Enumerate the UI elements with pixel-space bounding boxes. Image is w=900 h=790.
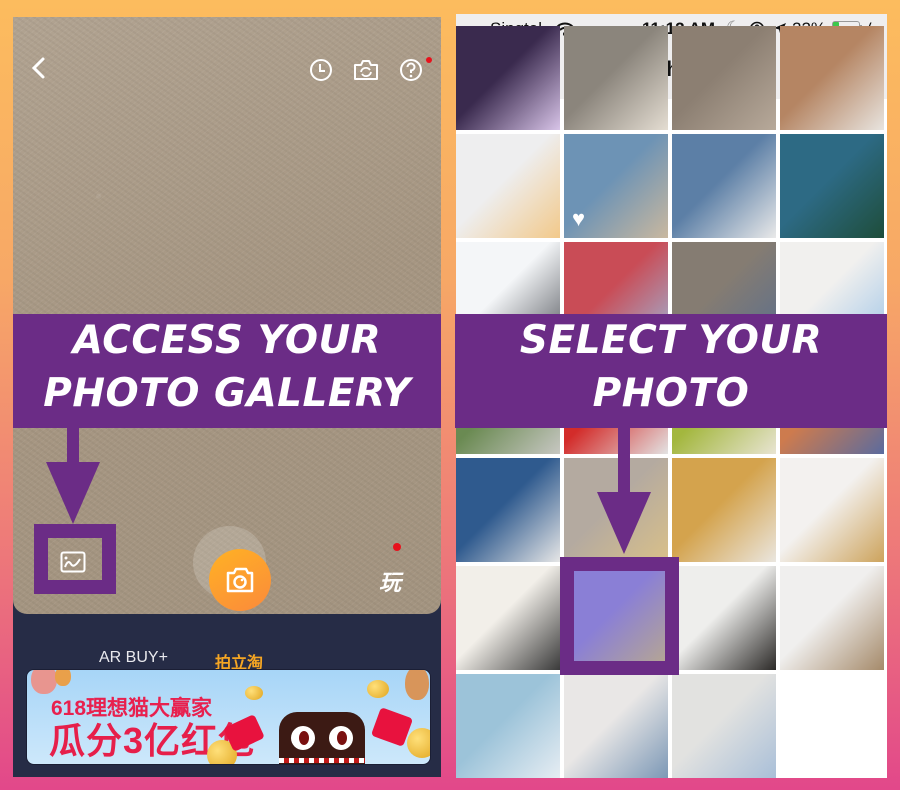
photo-thumbnail[interactable] [564,26,668,130]
photo-thumbnail[interactable] [672,674,776,778]
photo-thumbnail[interactable] [672,458,776,562]
help-question-icon[interactable] [399,58,423,82]
photo-thumbnail[interactable] [456,674,560,778]
photo-thumbnail[interactable] [456,26,560,130]
photo-thumbnail[interactable] [456,566,560,670]
arrow-down-icon [46,462,100,524]
shutter-button[interactable] [209,549,271,611]
balloon-decoration [31,670,57,694]
photo-thumbnail[interactable] [780,566,884,670]
photo-thumbnail[interactable] [780,134,884,238]
photo-thumbnail[interactable] [456,134,560,238]
photo-thumbnail[interactable]: ♥ [564,134,668,238]
coin-decoration [245,686,263,700]
help-notification-dot [426,57,432,63]
history-clock-icon[interactable] [309,58,333,82]
back-chevron-icon[interactable] [29,55,49,81]
photo-thumbnail[interactable] [780,26,884,130]
mode-tab-ar-buy[interactable]: AR BUY+ [99,649,168,667]
photo-thumbnail[interactable] [456,458,560,562]
callout-line-2: PHOTO GALLERY [43,371,411,416]
play-fun-icon[interactable]: 玩 [379,565,401,597]
balloon-decoration [55,670,71,686]
photo-thumbnail[interactable] [564,674,668,778]
mascot-eye [329,726,353,750]
callout-select-photo: SELECT YOUR PHOTO [455,314,887,428]
promo-banner[interactable]: 618理想猫大赢家 瓜分3亿红包 [26,669,431,765]
coin-decoration [407,728,430,758]
arrow-down-icon [597,492,651,554]
play-notification-dot [393,543,401,551]
camera-icon [226,567,254,593]
arrow-stem [618,428,630,498]
photo-thumbnail[interactable] [672,566,776,670]
mascot-collar [279,758,365,763]
mascot-eye [291,726,315,750]
callout-line-1: SELECT YOUR [519,318,823,363]
callout-line-1: ACCESS YOUR [72,318,382,363]
favorite-heart-icon: ♥ [572,206,586,231]
photo-thumbnail[interactable] [672,26,776,130]
highlight-selected-photo [560,557,679,675]
photo-thumbnail[interactable] [672,134,776,238]
highlight-gallery-button [34,524,116,594]
tmall-cat-mascot [279,712,365,764]
coin-decoration [367,680,389,698]
flip-camera-icon[interactable] [353,58,379,82]
photo-thumbnail[interactable] [780,458,884,562]
balloon-decoration [405,670,429,700]
callout-access-gallery: ACCESS YOUR PHOTO GALLERY [13,314,441,428]
callout-line-2: PHOTO [592,371,750,416]
